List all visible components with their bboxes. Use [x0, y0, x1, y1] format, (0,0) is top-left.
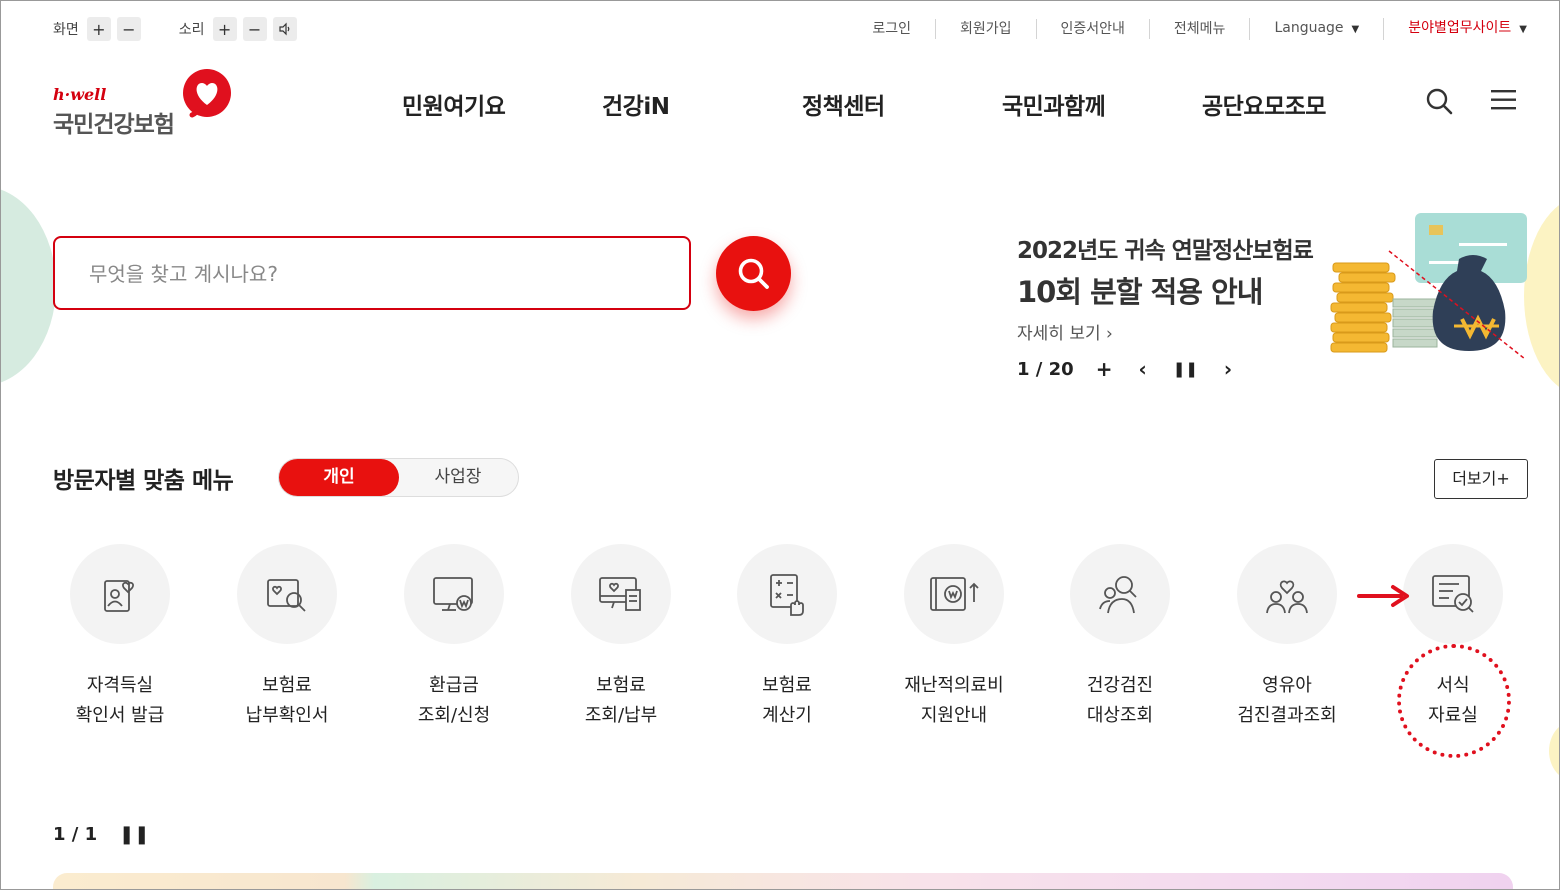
heart-logo-icon	[183, 69, 231, 118]
sound-up-button[interactable]: +	[212, 17, 237, 41]
caret-down-icon: ▼	[1351, 24, 1360, 35]
tab-business[interactable]: 사업장	[398, 459, 518, 496]
search-button[interactable]	[716, 236, 791, 311]
hamburger-menu-icon[interactable]	[1491, 89, 1517, 111]
decor-blob-right	[1524, 196, 1559, 396]
tile-label: 재난적의료비 지원안내	[904, 675, 1004, 726]
search-input[interactable]	[89, 260, 649, 288]
banner-prev-button[interactable]: ‹	[1138, 357, 1146, 381]
annotation-dotted-circle	[1397, 644, 1511, 758]
infant-checkup-icon	[1237, 544, 1337, 644]
premium-payment-icon	[571, 544, 671, 644]
checkup-target-icon	[1070, 544, 1170, 644]
language-label: Language	[1274, 20, 1344, 36]
decor-blob-left	[1, 186, 56, 386]
calculator-icon	[737, 544, 837, 644]
tile-label: 보험료 계산기	[762, 675, 812, 726]
annotation-arrow-icon	[1357, 585, 1409, 607]
login-link[interactable]: 로그인	[848, 19, 935, 39]
banner-pause-button[interactable]: ❚❚	[1173, 360, 1198, 378]
visitor-menu-title: 방문자별 맞춤 메뉴	[53, 468, 234, 494]
tile-label: 영유아 검진결과조회	[1237, 675, 1337, 726]
qualification-certificate-icon	[70, 544, 170, 644]
banner-more-link[interactable]: 자세히 보기 ›	[1017, 319, 1113, 344]
decor-blob-right-lower	[1549, 721, 1559, 781]
page-frame: 화면 + − 소리 + − 로그인 회원가입 인증서안내 전체메뉴 Langua…	[0, 0, 1560, 890]
tab-personal[interactable]: 개인	[279, 459, 399, 496]
banner-controls: 1 / 20 + ‹ ❚❚ ›	[1017, 357, 1258, 381]
certificate-guide-link[interactable]: 인증서안내	[1035, 19, 1149, 39]
banner-plus-button[interactable]: +	[1096, 357, 1113, 381]
accessibility-controls: 화면 + − 소리 + −	[53, 17, 303, 41]
search-icon[interactable]	[1425, 87, 1453, 115]
nav-health-in[interactable]: 건강iN	[602, 87, 670, 121]
refund-icon	[404, 544, 504, 644]
banner-title-line2: 10회 분할 적용 안내	[1017, 275, 1263, 309]
field-sites-select[interactable]: 분야별업무사이트 ▼	[1383, 18, 1527, 40]
screen-zoom-in-button[interactable]: +	[86, 17, 111, 41]
screen-zoom-out-button[interactable]: −	[116, 17, 141, 41]
all-menu-link[interactable]: 전체메뉴	[1148, 19, 1250, 39]
search-box	[53, 236, 691, 310]
menu-page-indicator: 1 / 1	[53, 824, 98, 845]
caret-down-icon: ▼	[1519, 24, 1527, 35]
tile-label: 건강검진 대상조회	[1086, 675, 1154, 726]
nhis-logo[interactable]: h·well 국민건강보험	[53, 67, 233, 138]
logo-subtitle: h·well	[53, 85, 107, 104]
nav-with-citizens[interactable]: 국민과함께	[1002, 87, 1106, 121]
medical-support-icon	[904, 544, 1004, 644]
search-icon	[738, 258, 769, 289]
signup-link[interactable]: 회원가입	[934, 19, 1036, 39]
forms-library-icon	[1403, 544, 1503, 644]
banner-illustration	[1330, 213, 1527, 360]
nav-civil-service[interactable]: 민원여기요	[402, 87, 506, 121]
banner-next-button[interactable]: ›	[1224, 357, 1232, 381]
field-sites-label: 분야별업무사이트	[1408, 20, 1512, 36]
visitor-type-toggle: 개인 사업장	[278, 458, 519, 497]
menu-pause-button[interactable]: ❚❚	[119, 824, 149, 845]
payment-certificate-icon	[237, 544, 337, 644]
utility-links: 로그인 회원가입 인증서안내 전체메뉴 Language ▼ 분야별업무사이트 ▼	[848, 18, 1527, 40]
tile-label: 환급금 조회/신청	[417, 675, 491, 726]
speaker-icon[interactable]	[272, 17, 297, 41]
logo-title: 국민건강보험	[53, 112, 175, 138]
language-select[interactable]: Language ▼	[1249, 18, 1383, 40]
banner-page-indicator: 1 / 20	[1017, 358, 1074, 380]
bottom-banner-strip	[53, 873, 1513, 889]
visitor-menu-pager: 1 / 1 ❚❚	[53, 824, 149, 845]
tile-label: 보험료 조회/납부	[584, 675, 658, 726]
sound-label: 소리	[178, 22, 205, 38]
tile-label: 보험료 납부확인서	[245, 675, 329, 726]
banner-title-line1: 2022년도 귀속 연말정산보험료	[1017, 238, 1314, 264]
nav-about-nhis[interactable]: 공단요모조모	[1202, 87, 1326, 121]
tile-label: 자격득실 확인서 발급	[75, 675, 165, 726]
more-button[interactable]: 더보기+	[1434, 459, 1528, 499]
screen-label: 화면	[53, 22, 79, 38]
nav-policy-center[interactable]: 정책센터	[802, 87, 885, 121]
sound-down-button[interactable]: −	[242, 17, 267, 41]
